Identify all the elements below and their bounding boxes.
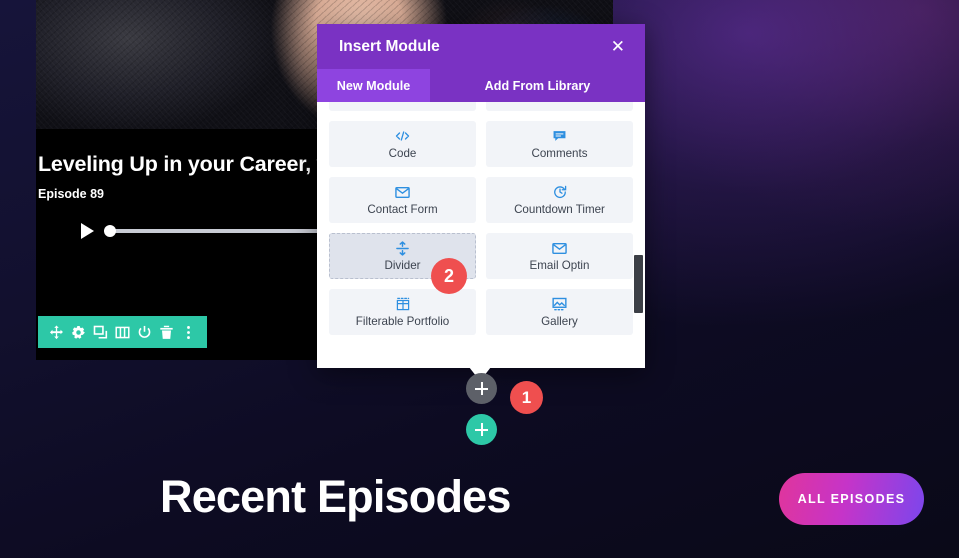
tab-new-module[interactable]: New Module	[317, 69, 430, 102]
insert-module-modal: Insert Module ✕ New Module Add From Libr…	[317, 24, 645, 381]
code-icon	[395, 129, 410, 144]
delete-trash-icon[interactable]	[157, 323, 176, 342]
modal-tabs: New Module Add From Library	[317, 69, 645, 102]
tab-add-from-library[interactable]: Add From Library	[430, 69, 645, 102]
module-tile-label: Divider	[384, 258, 421, 272]
filterable-portfolio-icon	[396, 297, 410, 312]
module-tile-label: Circle Counter	[522, 102, 596, 104]
close-icon[interactable]: ✕	[607, 36, 629, 57]
plus-icon	[475, 423, 488, 436]
toggle-power-icon[interactable]	[135, 323, 154, 342]
modal-title: Insert Module	[339, 37, 440, 55]
module-tile-label: Email Optin	[529, 258, 590, 272]
play-icon[interactable]	[81, 223, 94, 239]
modal-header: Insert Module ✕	[317, 24, 645, 69]
module-tile-label: Filterable Portfolio	[355, 314, 450, 328]
module-tile-email-optin[interactable]: Email Optin	[486, 233, 633, 279]
module-tile-label: Call To Action	[367, 102, 437, 104]
contact-form-icon	[395, 185, 410, 200]
module-tile-label: Contact Form	[367, 202, 438, 216]
module-tile-label: Code	[388, 146, 417, 160]
all-episodes-button[interactable]: ALL EPISODES	[779, 473, 924, 525]
plus-icon	[475, 382, 488, 395]
settings-gear-icon[interactable]	[69, 323, 88, 342]
duplicate-icon[interactable]	[91, 323, 110, 342]
module-tile-label: Comments	[531, 146, 588, 160]
email-optin-icon	[552, 241, 567, 256]
module-tile-label: Countdown Timer	[514, 202, 605, 216]
module-settings-toolbar[interactable]	[38, 316, 207, 348]
comments-icon	[552, 129, 567, 144]
module-tile-circle-counter[interactable]: Circle Counter	[486, 102, 633, 111]
more-options-icon[interactable]	[179, 323, 198, 342]
annotation-badge-1: 1	[510, 381, 543, 414]
audio-progress-handle[interactable]	[104, 225, 116, 237]
add-module-button[interactable]	[466, 373, 497, 404]
recent-episodes-heading: Recent Episodes	[160, 471, 511, 522]
move-icon[interactable]	[47, 323, 66, 342]
module-tile-gallery[interactable]: Gallery	[486, 289, 633, 335]
add-row-button[interactable]	[466, 414, 497, 445]
modal-scrollbar-thumb[interactable]	[634, 255, 643, 313]
module-list-grid: Call To Action Circle Counter	[317, 102, 645, 347]
episode-number-label: Episode 89	[38, 187, 104, 201]
modal-scrollbar-track[interactable]	[634, 102, 644, 368]
columns-icon[interactable]	[113, 323, 132, 342]
annotation-badge-2: 2	[431, 258, 467, 294]
divi-visual-builder-canvas: Leveling Up in your Career, wit Episode …	[0, 0, 959, 558]
module-tile-countdown-timer[interactable]: Countdown Timer	[486, 177, 633, 223]
countdown-timer-icon	[553, 185, 567, 200]
module-tile-contact-form[interactable]: Contact Form	[329, 177, 476, 223]
gallery-icon	[552, 297, 567, 312]
module-tile-call-to-action[interactable]: Call To Action	[329, 102, 476, 111]
module-tile-code[interactable]: Code	[329, 121, 476, 167]
modules-scroll-viewport: Call To Action Circle Counter	[317, 102, 645, 368]
divider-icon	[396, 240, 409, 256]
module-tile-comments[interactable]: Comments	[486, 121, 633, 167]
module-tile-label: Gallery	[541, 314, 578, 328]
module-tile-filterable-portfolio[interactable]: Filterable Portfolio	[329, 289, 476, 335]
